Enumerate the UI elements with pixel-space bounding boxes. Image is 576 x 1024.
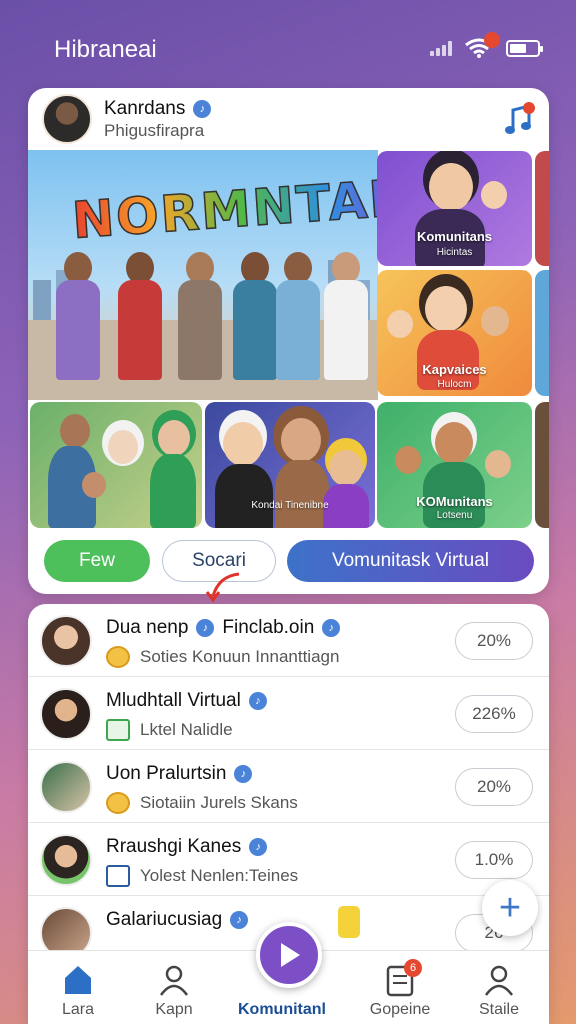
music-note-icon[interactable]	[503, 102, 535, 138]
nav-label: Komunitanl	[238, 1001, 326, 1018]
list-item[interactable]: Mludhtall Virtual ♪ Lktel Nalidle 226%	[28, 677, 549, 750]
hero-banner[interactable]: NORMNTAN	[28, 150, 378, 400]
community-tile[interactable]: Komunitans Hicintas	[377, 151, 532, 266]
user-icon	[484, 965, 514, 996]
play-icon	[281, 943, 300, 967]
notification-dot-icon	[484, 32, 500, 48]
percent-badge[interactable]: 20%	[455, 768, 533, 806]
verified-icon: ♪	[234, 765, 253, 783]
notification-badge: 6	[404, 959, 422, 977]
coin-icon	[106, 792, 130, 814]
nav-item-profile[interactable]: Kapn	[124, 951, 224, 1024]
nav-label: Kapn	[155, 1001, 193, 1018]
play-button[interactable]	[256, 922, 322, 988]
list-item[interactable]: Dua nenp ♪ Finclab.oin ♪ Soties Konuun I…	[28, 604, 549, 677]
list-item-title: Galariucusiag ♪	[106, 909, 249, 931]
header-subtitle: Phigusfirapra	[104, 121, 205, 140]
signal-icon	[430, 40, 452, 56]
lock-icon	[338, 906, 360, 938]
feature-card: Kanrdans ♪ Phigusfirapra NORMNTAN Komuni…	[28, 88, 549, 594]
verified-icon: ♪	[230, 911, 249, 929]
tile-label: Kapvaices	[422, 362, 487, 377]
list-item[interactable]: Rraushgi Kanes ♪ Yolest Nenlen:Teines 1.…	[28, 823, 549, 896]
verified-icon: ♪	[196, 619, 215, 637]
verified-icon: ♪	[322, 619, 341, 637]
tile-label: Komunitans	[416, 229, 493, 244]
app-title: Hibraneai	[54, 36, 157, 63]
tile-sublabel: Hicintas	[436, 247, 473, 258]
home-icon	[65, 966, 91, 994]
percent-badge[interactable]: 1.0%	[455, 841, 533, 879]
list-item-title: Uon Pralurtsin ♪	[106, 763, 253, 785]
family-member	[233, 252, 277, 382]
community-tile[interactable]: Kondai Tinenibne	[205, 402, 375, 528]
add-button[interactable]: +	[482, 880, 538, 936]
community-tile[interactable]: Kapvaices Hulocm	[377, 270, 532, 396]
nav-item-documents[interactable]: 6 Gopeine	[350, 951, 450, 1024]
percent-badge[interactable]: 20%	[455, 622, 533, 660]
folder-icon	[106, 865, 130, 887]
community-tile[interactable]	[30, 402, 202, 528]
battery-icon	[506, 39, 543, 57]
list-item-title: Dua nenp ♪ Finclab.oin ♪	[106, 617, 341, 639]
tile-sublabel: Hulocm	[437, 379, 472, 390]
community-tile-partial[interactable]	[535, 151, 549, 266]
nav-label: Lara	[61, 1001, 95, 1018]
header-name[interactable]: Kanrdans	[104, 98, 185, 120]
hero-title: NORMNTAN	[70, 167, 378, 250]
family-member	[276, 252, 320, 382]
community-tile-partial[interactable]	[535, 270, 549, 396]
list-item-subtitle: Yolest Nenlen:Teines	[106, 865, 298, 887]
few-button[interactable]: Few	[44, 540, 150, 582]
list-item-subtitle: Soties Konuun Innanttiagn	[106, 646, 339, 668]
nav-label: Gopeine	[369, 1001, 431, 1018]
header-name-row: Kanrdans ♪	[104, 98, 212, 120]
virtual-community-button[interactable]: Vomunitask Virtual	[287, 540, 534, 582]
family-member	[178, 252, 222, 382]
avatar	[40, 615, 92, 667]
tile-sublabel: Kondai Tinenibne	[251, 500, 329, 511]
card-header: Kanrdans ♪ Phigusfirapra	[28, 88, 549, 150]
avatar	[40, 688, 92, 740]
verified-icon: ♪	[249, 838, 268, 856]
verified-icon: ♪	[193, 100, 212, 118]
community-tile[interactable]: KOMunitans Lotsenu	[377, 402, 532, 528]
coin-icon	[106, 646, 130, 668]
nav-item-home[interactable]: Lara	[28, 951, 128, 1024]
list-item-title: Rraushgi Kanes ♪	[106, 836, 268, 858]
list-item[interactable]: Uon Pralurtsin ♪ Siotaiin Jurels Skans 2…	[28, 750, 549, 823]
wifi-icon	[464, 32, 500, 58]
status-icons	[430, 32, 543, 58]
community-tile-partial[interactable]	[535, 402, 549, 528]
avatar	[40, 761, 92, 813]
chart-icon	[106, 719, 130, 741]
filter-pill-row: Few Socari Vomunitask Virtual	[44, 540, 534, 582]
tile-sublabel: Lotsenu	[436, 510, 473, 521]
list-item-subtitle: Siotaiin Jurels Skans	[106, 792, 298, 814]
list-item-subtitle: Lktel Nalidle	[106, 719, 233, 741]
tile-label: KOMunitans	[416, 494, 493, 509]
verified-icon: ♪	[248, 692, 267, 710]
profile-icon	[159, 965, 189, 996]
list-item-title: Mludhtall Virtual ♪	[106, 690, 267, 712]
avatar[interactable]	[42, 94, 92, 144]
nav-label: Staile	[478, 1001, 520, 1018]
avatar	[40, 834, 92, 886]
percent-badge[interactable]: 226%	[455, 695, 533, 733]
family-member	[56, 252, 100, 382]
nav-item-user[interactable]: Staile	[449, 951, 549, 1024]
family-member	[324, 252, 368, 382]
family-member	[118, 252, 162, 382]
status-bar: Hibraneai	[0, 0, 576, 88]
